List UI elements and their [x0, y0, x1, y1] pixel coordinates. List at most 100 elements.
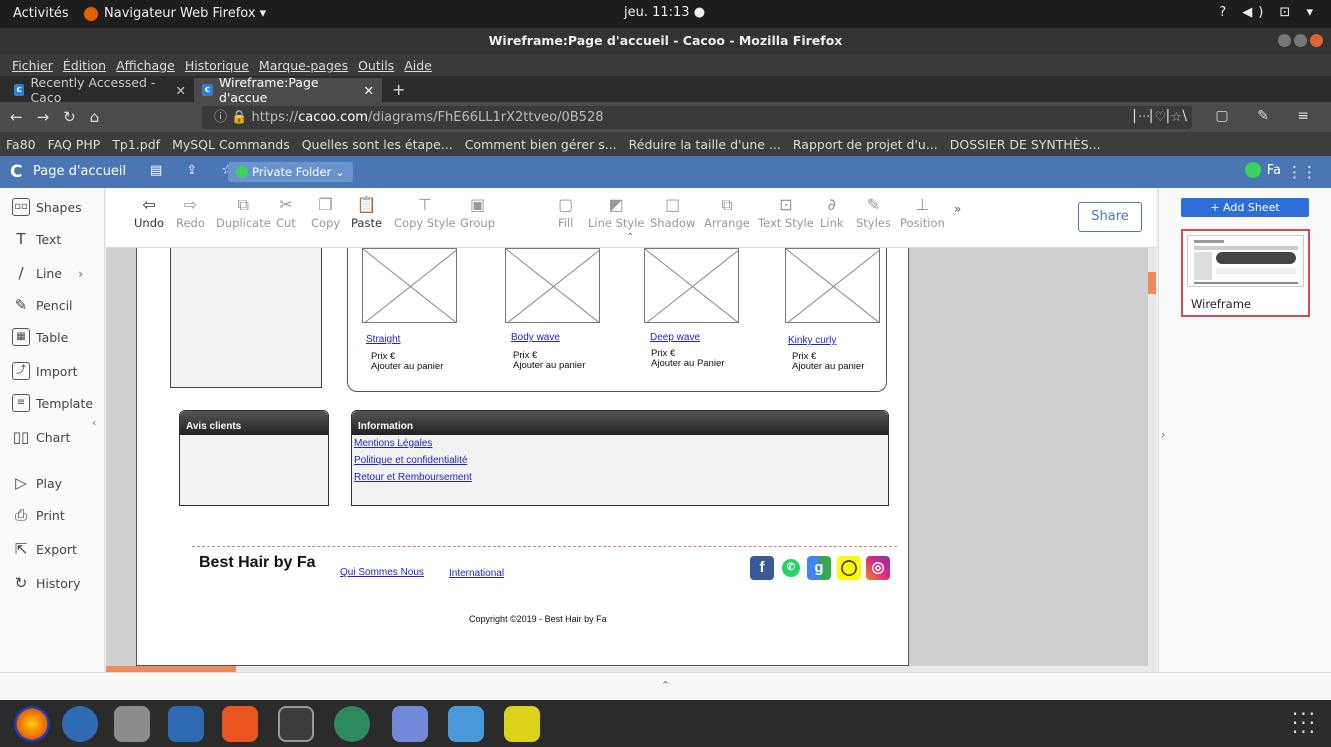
product-link[interactable]: Body wave: [511, 332, 560, 343]
tool-print[interactable]: ⎙ Print: [12, 506, 65, 524]
new-tab-icon[interactable]: +: [382, 78, 415, 102]
product-image-placeholder[interactable]: [644, 248, 739, 323]
tool-export[interactable]: ⇱ Export: [12, 540, 77, 558]
menu-fichier[interactable]: Fichier: [12, 58, 53, 73]
product-image-placeholder[interactable]: [505, 248, 600, 323]
bookmark-quelles[interactable]: Quelles sont les étape...: [302, 137, 453, 152]
cacoo-logo-icon[interactable]: C: [10, 162, 22, 182]
show-applications-icon[interactable]: ··· ··· ···: [1292, 704, 1317, 742]
tool-pencil[interactable]: ✎ Pencil: [12, 296, 73, 314]
bookmark-reduire[interactable]: Réduire la taille d'une ...: [629, 137, 781, 152]
link-button[interactable]: ∂ Link: [820, 194, 844, 230]
bookmark-tp1[interactable]: Tp1.pdf: [112, 137, 160, 152]
system-tray[interactable]: ? ◀) ⊡ ▾: [1219, 5, 1319, 20]
forward-icon[interactable]: →: [37, 108, 50, 126]
bookmark-comment[interactable]: Comment bien gérer s...: [465, 137, 617, 152]
avis-clients-box[interactable]: Avis clients: [179, 410, 329, 506]
menu-aide[interactable]: Aide: [404, 58, 432, 73]
activities-button[interactable]: Activités: [13, 6, 69, 21]
more-tools-icon[interactable]: »: [954, 202, 961, 216]
tab-recently-accessed[interactable]: c Recently Accessed - Caco ✕: [6, 75, 194, 105]
library-icon[interactable]: |||\ ▢ ✎ ≡: [1132, 108, 1321, 124]
wireframe-page[interactable]: Straight Body wave Deep wave Kinky curly…: [136, 248, 909, 666]
bookmark-rapport[interactable]: Rapport de projet d'u...: [793, 137, 938, 152]
close-button[interactable]: [1310, 34, 1323, 47]
cut-button[interactable]: ✂ Cut: [276, 194, 296, 230]
maximize-button[interactable]: [1294, 34, 1307, 47]
product-image-placeholder[interactable]: [785, 248, 880, 323]
tool-history[interactable]: ↻ History: [12, 574, 81, 592]
snapchat-icon[interactable]: ◯: [837, 556, 861, 580]
chevron-up-icon[interactable]: ⌃: [661, 679, 670, 692]
tool-line[interactable]: / Line ›: [12, 264, 83, 282]
share-button[interactable]: Share: [1078, 202, 1142, 232]
collapse-toolbar-icon[interactable]: ⌃: [626, 232, 634, 243]
tool-template[interactable]: ≡ Template: [12, 394, 93, 412]
add-sheet-button[interactable]: + Add Sheet: [1181, 198, 1309, 217]
user-menu[interactable]: Fa: [1244, 162, 1281, 178]
bottom-expand-bar[interactable]: ⌃: [0, 672, 1331, 700]
info-link-mentions[interactable]: Mentions Légales: [354, 438, 888, 452]
diagram-app-icon[interactable]: [504, 706, 540, 742]
line-style-button[interactable]: ◩ Line Style: [588, 194, 645, 230]
shadow-button[interactable]: □ Shadow: [650, 194, 695, 230]
tool-text[interactable]: T Text: [12, 230, 61, 248]
paste-button[interactable]: 📋 Paste: [351, 194, 382, 230]
instagram-icon[interactable]: ◎: [866, 556, 890, 580]
footer-link-qui-sommes-nous[interactable]: Qui Sommes Nous: [340, 567, 424, 578]
apps-grid-icon[interactable]: ⋮⋮: [1287, 163, 1317, 181]
bookmark-fa80[interactable]: Fa80: [6, 137, 36, 152]
clock[interactable]: jeu. 11:13 ●: [624, 5, 705, 20]
fill-button[interactable]: ▢ Fill: [558, 194, 573, 230]
facebook-icon[interactable]: f: [750, 556, 774, 580]
info-link-retour[interactable]: Retour et Remboursement: [354, 472, 888, 486]
diagram-canvas[interactable]: Straight Body wave Deep wave Kinky curly…: [106, 248, 1156, 672]
firefox-icon[interactable]: [14, 706, 50, 742]
close-tab-icon[interactable]: ✕: [364, 83, 374, 98]
menu-historique[interactable]: Historique: [185, 58, 249, 73]
footer-link-international[interactable]: International: [449, 568, 504, 579]
files-icon[interactable]: [114, 706, 150, 742]
tool-shapes[interactable]: ▫▫ Shapes: [12, 198, 82, 216]
wireframe-sidebar-box[interactable]: [170, 248, 322, 388]
minimize-button[interactable]: [1278, 34, 1291, 47]
tool-chart[interactable]: ▯▯ Chart: [12, 428, 71, 446]
styles-button[interactable]: ✎ Styles: [856, 194, 891, 230]
redo-button[interactable]: ⇨ Redo: [176, 194, 205, 230]
reload-icon[interactable]: ↻: [63, 108, 76, 126]
bookmark-mysql[interactable]: MySQL Commands: [172, 137, 290, 152]
tool-play[interactable]: ▷ Play: [12, 474, 62, 492]
software-center-icon[interactable]: [222, 706, 258, 742]
product-link[interactable]: Straight: [366, 334, 400, 345]
footer-brand[interactable]: Best Hair by Fa: [199, 554, 315, 572]
copy-button[interactable]: ❐ Copy: [311, 194, 340, 230]
tab-wireframe[interactable]: c Wireframe:Page d'accue ✕: [194, 75, 382, 105]
app-menu[interactable]: Navigateur Web Firefox ▾: [84, 6, 266, 21]
wireframe-product-panel[interactable]: Straight Body wave Deep wave Kinky curly…: [347, 248, 887, 392]
group-button[interactable]: ▣ Group: [460, 194, 495, 230]
tool-import[interactable]: ⤴ Import: [12, 362, 78, 380]
expand-right-panel-icon[interactable]: ›: [1161, 428, 1165, 441]
position-button[interactable]: ⊥ Position: [900, 194, 945, 230]
information-box[interactable]: Information Mentions Légales Politique e…: [351, 410, 889, 506]
copy-style-button[interactable]: ⊤ Copy Style: [394, 194, 456, 230]
scroll-thumb[interactable]: [1148, 272, 1156, 294]
atom-icon[interactable]: [334, 706, 370, 742]
bookmark-faq-php[interactable]: FAQ PHP: [48, 137, 101, 152]
menu-affichage[interactable]: Affichage: [116, 58, 175, 73]
collapse-panel-icon[interactable]: ‹: [92, 416, 96, 429]
text-style-button[interactable]: ⊡ Text Style: [758, 194, 814, 230]
url-bar[interactable]: ⓘ 🔒 https://cacoo.com/diagrams/FhE66LL1r…: [202, 106, 1192, 129]
virtualbox-icon[interactable]: [448, 706, 484, 742]
menu-edition[interactable]: Édition: [63, 58, 106, 73]
back-icon[interactable]: ←: [10, 108, 23, 126]
menu-marque-pages[interactable]: Marque-pages: [259, 58, 348, 73]
thunderbird-icon[interactable]: [62, 706, 98, 742]
terminal-icon[interactable]: [278, 706, 314, 742]
arrange-button[interactable]: ⧉ Arrange: [704, 194, 750, 230]
tool-table[interactable]: ▦ Table: [12, 328, 68, 346]
whatsapp-icon[interactable]: ✆: [782, 559, 800, 577]
menu-outils[interactable]: Outils: [358, 58, 394, 73]
private-folder-button[interactable]: Private Folder ⌄: [228, 162, 353, 182]
product-image-placeholder[interactable]: [362, 248, 457, 323]
